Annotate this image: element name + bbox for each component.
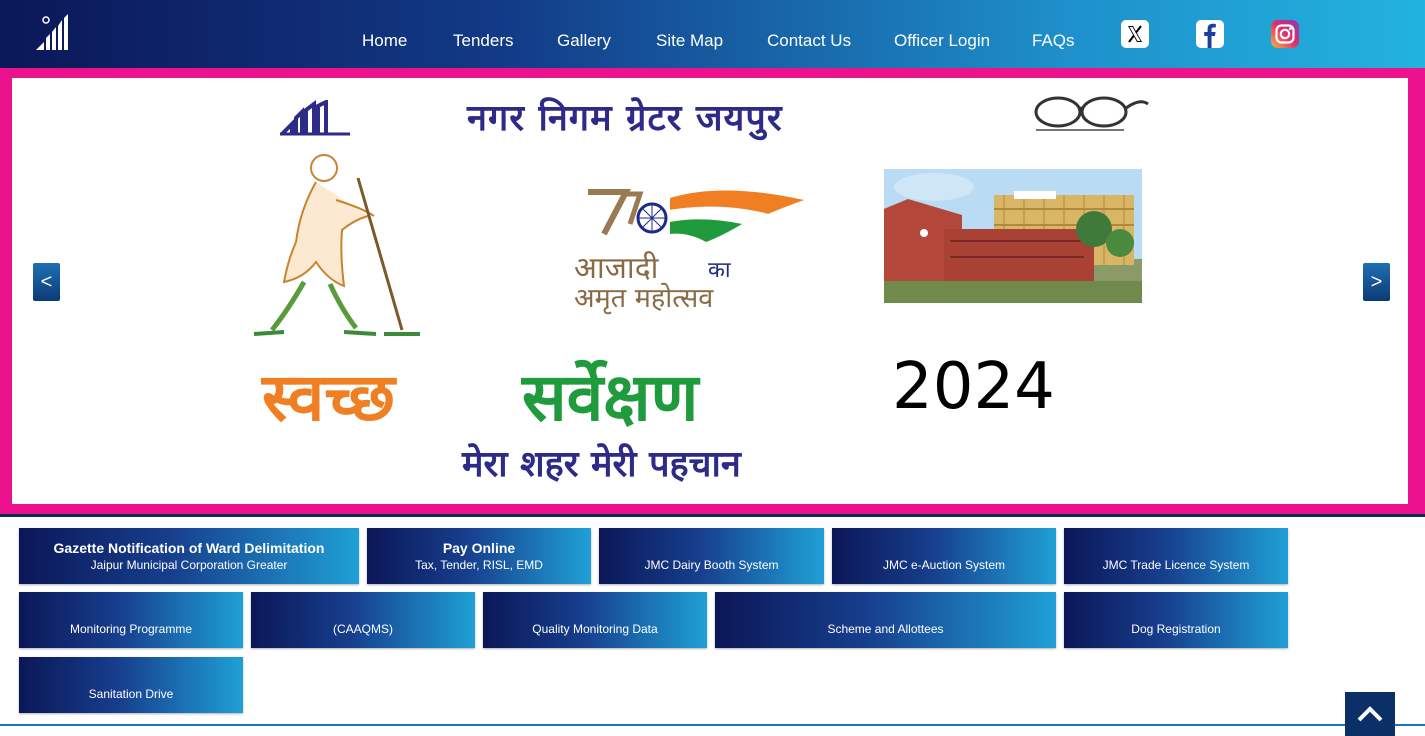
- chevron-up-icon: [1357, 706, 1383, 722]
- tile-label: (CAAQMS): [333, 622, 393, 636]
- survey-year: 2024: [892, 350, 1055, 424]
- tile-scheme-allottees[interactable]: Scheme and Allottees: [715, 592, 1056, 648]
- tile-dog-registration[interactable]: Dog Registration: [1064, 592, 1288, 648]
- tile-label: Scheme and Allottees: [827, 622, 944, 636]
- nav-home[interactable]: Home: [362, 31, 407, 51]
- tile-label: Quality Monitoring Data: [532, 622, 658, 636]
- tile-subtitle: Tax, Tender, RISL, EMD: [415, 558, 543, 572]
- tile-title: Pay Online: [442, 540, 516, 556]
- carousel-prev-button[interactable]: <: [33, 263, 60, 301]
- gandhi-illustration: [253, 154, 420, 336]
- banner-title: नगर निगम ग्रेटर जयपुर: [467, 98, 783, 139]
- tile-monitoring-programme[interactable]: Monitoring Programme: [19, 592, 243, 648]
- tile-label: JMC Trade Licence System: [1102, 558, 1250, 572]
- tile-label: Sanitation Drive: [88, 687, 174, 701]
- jmc-building-photo: [884, 169, 1142, 303]
- jmc-logo-icon[interactable]: [34, 12, 74, 52]
- nav-faqs[interactable]: FAQs: [1032, 31, 1075, 51]
- tile-pay-online[interactable]: Pay Online Tax, Tender, RISL, EMD: [367, 528, 591, 584]
- tile-label: JMC Dairy Booth System: [644, 558, 779, 572]
- tile-dairy-booth[interactable]: JMC Dairy Booth System: [599, 528, 824, 584]
- tile-title: Gazette Notification of Ward Delimitatio…: [53, 540, 325, 556]
- tile-ward-delimitation[interactable]: Gazette Notification of Ward Delimitatio…: [19, 528, 359, 584]
- x-icon[interactable]: [1120, 19, 1150, 49]
- carousel-next-button[interactable]: >: [1363, 263, 1390, 301]
- azadi-line2: अमृत महोत्सव: [574, 283, 714, 314]
- swachh-bharat-glasses-icon: [1034, 96, 1149, 131]
- nav-contact-us[interactable]: Contact Us: [767, 31, 851, 51]
- tile-e-auction[interactable]: JMC e-Auction System: [832, 528, 1056, 584]
- tile-caaqms[interactable]: (CAAQMS): [251, 592, 475, 648]
- nav-site-map[interactable]: Site Map: [656, 31, 723, 51]
- tile-label: Dog Registration: [1131, 622, 1221, 636]
- swachh-text: स्वच्छ: [262, 359, 395, 436]
- nav-tenders[interactable]: Tenders: [453, 31, 513, 51]
- instagram-icon[interactable]: [1270, 19, 1300, 49]
- tile-sanitation-drive[interactable]: Sanitation Drive: [19, 657, 243, 713]
- scroll-to-top-button[interactable]: [1345, 692, 1395, 736]
- section-divider: [0, 514, 1425, 517]
- nav-officer-login[interactable]: Officer Login: [894, 31, 990, 51]
- azadi-75-flag-logo: [588, 189, 804, 242]
- nav-gallery[interactable]: Gallery: [557, 31, 611, 51]
- tile-label: Monitoring Programme: [69, 622, 193, 636]
- footer-divider: [0, 724, 1425, 726]
- banner-slide: नगर निगम ग्रेटर जयपुर आजादी का अमृत महोत…: [12, 78, 1408, 504]
- sarvekshan-text: सर्वेक्षण: [522, 359, 699, 436]
- tile-quality-monitoring-data[interactable]: Quality Monitoring Data: [483, 592, 707, 648]
- site-header: Home Tenders Gallery Site Map Contact Us…: [0, 0, 1425, 68]
- tile-subtitle: Jaipur Municipal Corporation Greater: [90, 558, 288, 572]
- jmc-hindi-logo-icon: [280, 100, 350, 136]
- banner-tagline: मेरा शहर मेरी पहचान: [462, 444, 741, 485]
- banner-carousel: नगर निगम ग्रेटर जयपुर आजादी का अमृत महोत…: [0, 68, 1425, 514]
- tile-label: JMC e-Auction System: [882, 558, 1006, 572]
- facebook-icon[interactable]: [1195, 19, 1225, 49]
- tile-trade-licence[interactable]: JMC Trade Licence System: [1064, 528, 1288, 584]
